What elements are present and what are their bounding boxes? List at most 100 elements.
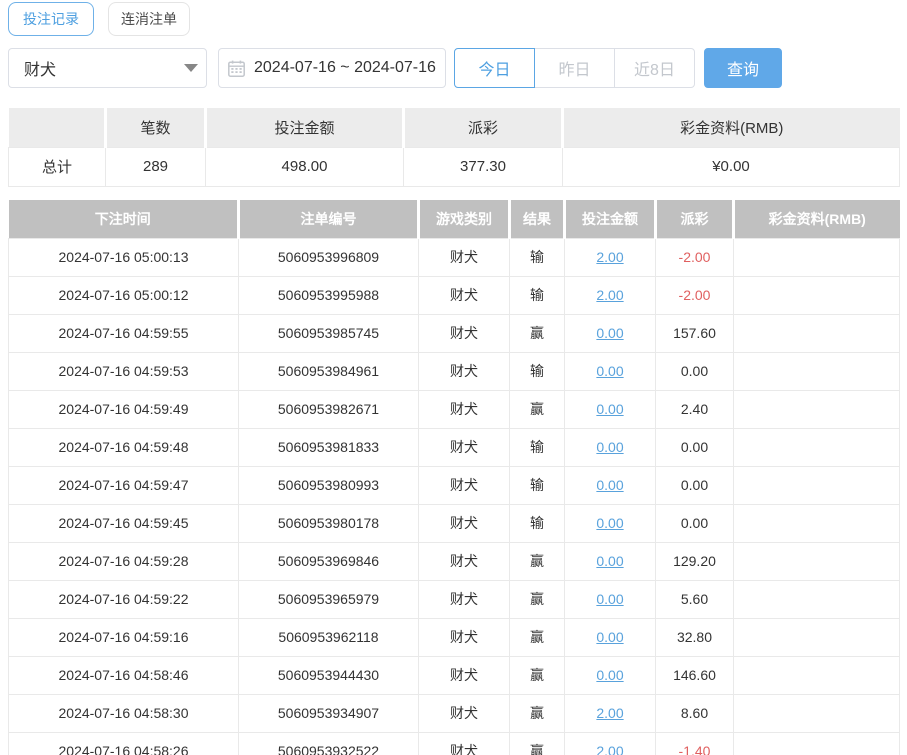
bet-no-cell: 5060953980178 — [238, 503, 419, 543]
quick-range-last8days[interactable]: 近8日 — [614, 48, 695, 88]
bet-row: 2024-07-16 04:59:55 5060953985745 财犬赢 0.00 1… — [8, 313, 900, 353]
bet-amount-link[interactable]: 2.00 — [596, 249, 623, 265]
bet-amount-link[interactable]: 2.00 — [596, 743, 623, 755]
bet-amount-link[interactable]: 0.00 — [596, 439, 623, 455]
bet-no-cell: 5060953969846 — [238, 541, 419, 581]
bet-result-cell: 输 — [509, 427, 565, 467]
filter-toolbar: 财犬 2024-07-16 ~ 2024-07-16 今日 昨日 近8日 查询 — [8, 48, 899, 88]
betting-records-page: 投注记录 连消注单 财犬 2024-07-16 ~ 2024-07-16 今日 … — [0, 0, 907, 755]
bets-table: 下注时间 注单编号 游戏类别 结果 投注金额 派彩 彩金资料(RMB) 2024-07-16… — [8, 200, 900, 755]
bet-bonus-cell — [733, 275, 900, 315]
bet-row: 2024-07-16 04:59:48 5060953981833 财犬输 0.00 0… — [8, 427, 900, 467]
bet-game-cell: 财犬 — [418, 237, 510, 277]
bet-no-cell: 5060953982671 — [238, 389, 419, 429]
bet-amount-link[interactable]: 0.00 — [596, 363, 623, 379]
summary-header-payout: 派彩 — [402, 108, 564, 147]
bet-amount-link[interactable]: 0.00 — [596, 401, 623, 417]
bet-amount-link[interactable]: 0.00 — [596, 667, 623, 683]
bet-game-cell: 财犬 — [418, 617, 510, 657]
bet-row: 2024-07-16 04:59:22 5060953965979 财犬赢 0.00 5… — [8, 579, 900, 619]
bet-no-cell: 5060953944430 — [238, 655, 419, 695]
game-select[interactable]: 财犬 — [8, 48, 207, 88]
game-select-value: 财犬 — [24, 62, 57, 79]
bet-bonus-cell — [733, 351, 900, 391]
bet-payout-cell: 0.00 — [655, 465, 734, 505]
bet-amount-link[interactable]: 0.00 — [596, 515, 623, 531]
bet-row: 2024-07-16 04:59:45 5060953980178 财犬输 0.00 0… — [8, 503, 900, 543]
bet-payout-cell: 157.60 — [655, 313, 734, 353]
date-range-input[interactable]: 2024-07-16 ~ 2024-07-16 — [218, 48, 446, 88]
quick-range-today[interactable]: 今日 — [454, 48, 535, 88]
bet-row: 2024-07-16 04:59:47 5060953980993 财犬输 0.00 0… — [8, 465, 900, 505]
bet-time-cell: 2024-07-16 04:59:53 — [8, 351, 239, 391]
bets-header-payout: 派彩 — [654, 200, 735, 238]
bet-amount-link[interactable]: 0.00 — [596, 553, 623, 569]
bet-payout-cell: 129.20 — [655, 541, 734, 581]
bet-time-cell: 2024-07-16 04:58:30 — [8, 693, 239, 733]
bet-game-cell: 财犬 — [418, 579, 510, 619]
search-button[interactable]: 查询 — [704, 48, 782, 88]
bet-time-cell: 2024-07-16 04:59:47 — [8, 465, 239, 505]
bets-header-time: 下注时间 — [8, 200, 240, 238]
bet-payout-cell: 8.60 — [655, 693, 734, 733]
bet-no-cell: 5060953985745 — [238, 313, 419, 353]
bet-time-cell: 2024-07-16 05:00:12 — [8, 275, 239, 315]
tab-cancelled-bets[interactable]: 连消注单 — [108, 2, 190, 36]
bet-game-cell: 财犬 — [418, 313, 510, 353]
bet-row: 2024-07-16 04:59:53 5060953984961 财犬输 0.00 0… — [8, 351, 900, 391]
bet-amount-link[interactable]: 0.00 — [596, 591, 623, 607]
bet-no-cell: 5060953995988 — [238, 275, 419, 315]
bet-time-cell: 2024-07-16 05:00:13 — [8, 237, 239, 277]
quick-range-yesterday[interactable]: 昨日 — [534, 48, 615, 88]
bet-game-cell: 财犬 — [418, 275, 510, 315]
summary-total-count: 289 — [105, 146, 206, 187]
summary-header-blank — [8, 108, 107, 147]
bet-amount-link[interactable]: 2.00 — [596, 705, 623, 721]
bet-row: 2024-07-16 04:58:46 5060953944430 财犬赢 0.00 1… — [8, 655, 900, 695]
bet-payout-cell: 146.60 — [655, 655, 734, 695]
bet-payout-cell: 0.00 — [655, 351, 734, 391]
bet-time-cell: 2024-07-16 04:58:26 — [8, 731, 239, 755]
bet-amount-cell: 0.00 — [564, 351, 656, 391]
bet-amount-cell: 0.00 — [564, 427, 656, 467]
bets-header-bet-no: 注单编号 — [237, 200, 420, 238]
bet-amount-link[interactable]: 0.00 — [596, 477, 623, 493]
bet-no-cell: 5060953932522 — [238, 731, 419, 755]
bet-time-cell: 2024-07-16 04:59:48 — [8, 427, 239, 467]
bet-bonus-cell — [733, 579, 900, 619]
bet-amount-link[interactable]: 2.00 — [596, 287, 623, 303]
bet-result-cell: 输 — [509, 465, 565, 505]
bet-bonus-cell — [733, 465, 900, 505]
bet-payout-cell: 2.40 — [655, 389, 734, 429]
bet-amount-cell: 0.00 — [564, 389, 656, 429]
bet-bonus-cell — [733, 655, 900, 695]
bet-no-cell: 5060953984961 — [238, 351, 419, 391]
bet-bonus-cell — [733, 237, 900, 277]
bet-bonus-cell — [733, 427, 900, 467]
tab-betting-records[interactable]: 投注记录 — [8, 2, 94, 36]
bet-game-cell: 财犬 — [418, 655, 510, 695]
bet-no-cell: 5060953980993 — [238, 465, 419, 505]
summary-header-row: 笔数 投注金额 派彩 彩金资料(RMB) — [8, 108, 900, 147]
bets-header-game: 游戏类别 — [417, 200, 511, 238]
caret-down-icon — [184, 64, 198, 72]
bet-time-cell: 2024-07-16 04:59:49 — [8, 389, 239, 429]
bet-bonus-cell — [733, 503, 900, 543]
bet-amount-cell: 0.00 — [564, 655, 656, 695]
bet-payout-cell: -2.00 — [655, 237, 734, 277]
bet-no-cell: 5060953981833 — [238, 427, 419, 467]
bet-amount-cell: 2.00 — [564, 731, 656, 755]
bet-row: 2024-07-16 05:00:12 5060953995988 财犬输 2.00 -… — [8, 275, 900, 315]
quick-range-group: 今日 昨日 近8日 — [454, 48, 695, 88]
bet-bonus-cell — [733, 693, 900, 733]
bet-amount-link[interactable]: 0.00 — [596, 325, 623, 341]
bet-game-cell: 财犬 — [418, 389, 510, 429]
bet-result-cell: 赢 — [509, 731, 565, 755]
summary-table: 笔数 投注金额 派彩 彩金资料(RMB) 总计 289 498.00 377.30 ¥0.00 — [8, 108, 900, 187]
bet-amount-cell: 0.00 — [564, 541, 656, 581]
bet-no-cell: 5060953934907 — [238, 693, 419, 733]
bet-result-cell: 赢 — [509, 313, 565, 353]
bet-result-cell: 赢 — [509, 541, 565, 581]
bet-amount-link[interactable]: 0.00 — [596, 629, 623, 645]
bet-row: 2024-07-16 04:58:26 5060953932522 财犬赢 2.00 -… — [8, 731, 900, 755]
